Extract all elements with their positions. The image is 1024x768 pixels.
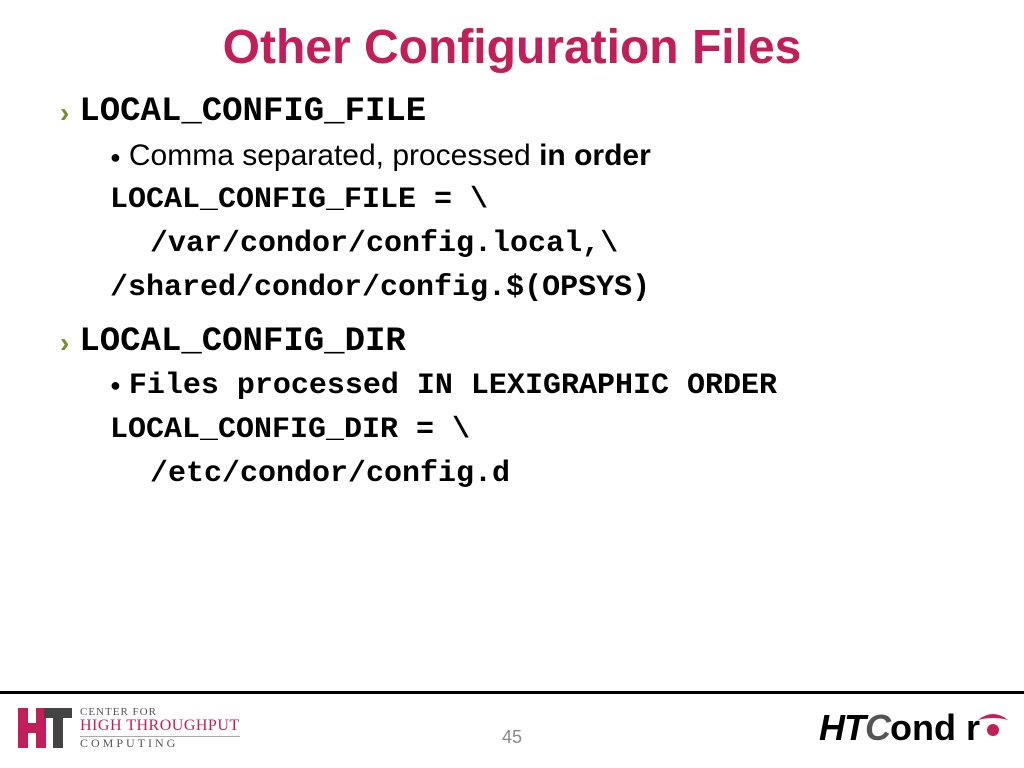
slide-title: Other Configuration Files bbox=[50, 20, 974, 75]
logo-ht: HT bbox=[819, 707, 865, 749]
chtc-text: CENTER FOR HIGH THROUGHPUT COMPUTING bbox=[80, 707, 240, 750]
bullet-local-config-file: › LOCAL_CONFIG_FILE bbox=[60, 93, 974, 131]
code-line-2: /var/condor/config.local,\ bbox=[150, 227, 974, 261]
code-line-1: LOCAL_CONFIG_FILE = \ bbox=[110, 183, 974, 217]
slide: Other Configuration Files › LOCAL_CONFIG… bbox=[0, 0, 1024, 768]
bullet-local-config-dir: › LOCAL_CONFIG_DIR bbox=[60, 323, 974, 361]
chtc-line3: COMPUTING bbox=[80, 737, 240, 750]
chevron-icon: › bbox=[60, 99, 69, 127]
section1-desc: Comma separated, processed in order bbox=[129, 139, 651, 173]
chtc-logo: CENTER FOR HIGH THROUGHPUT COMPUTING bbox=[18, 707, 240, 750]
bullet-lexigraphic: ● Files processed IN LEXIGRAPHIC ORDER bbox=[110, 369, 974, 403]
section2-header: LOCAL_CONFIG_DIR bbox=[79, 323, 405, 361]
slide-content: › LOCAL_CONFIG_FILE ● Comma separated, p… bbox=[50, 93, 974, 491]
logo-rest: ond r bbox=[890, 707, 980, 749]
bullet-dot-icon: ● bbox=[110, 147, 121, 168]
chevron-icon: › bbox=[60, 329, 69, 357]
logo-c: C bbox=[865, 707, 890, 749]
section1-desc-plain: Comma separated, processed bbox=[129, 139, 539, 172]
bullet-dot-icon: ● bbox=[110, 375, 121, 396]
code-line-5: /etc/condor/config.d bbox=[150, 457, 974, 491]
ht-mark-icon bbox=[18, 708, 72, 748]
htcondor-logo: HTCond r bbox=[819, 707, 1006, 749]
section2-desc: Files processed IN LEXIGRAPHIC ORDER bbox=[129, 369, 777, 403]
section1-header: LOCAL_CONFIG_FILE bbox=[79, 93, 426, 131]
swoosh-icon bbox=[976, 710, 1006, 746]
code-line-4: LOCAL_CONFIG_DIR = \ bbox=[110, 413, 974, 447]
section1-desc-bold: in order bbox=[539, 139, 651, 172]
chtc-line2: HIGH THROUGHPUT bbox=[80, 718, 240, 737]
bullet-comma-separated: ● Comma separated, processed in order bbox=[110, 139, 974, 173]
code-line-3: /shared/condor/config.$(OPSYS) bbox=[110, 271, 974, 305]
page-number: 45 bbox=[502, 727, 522, 748]
